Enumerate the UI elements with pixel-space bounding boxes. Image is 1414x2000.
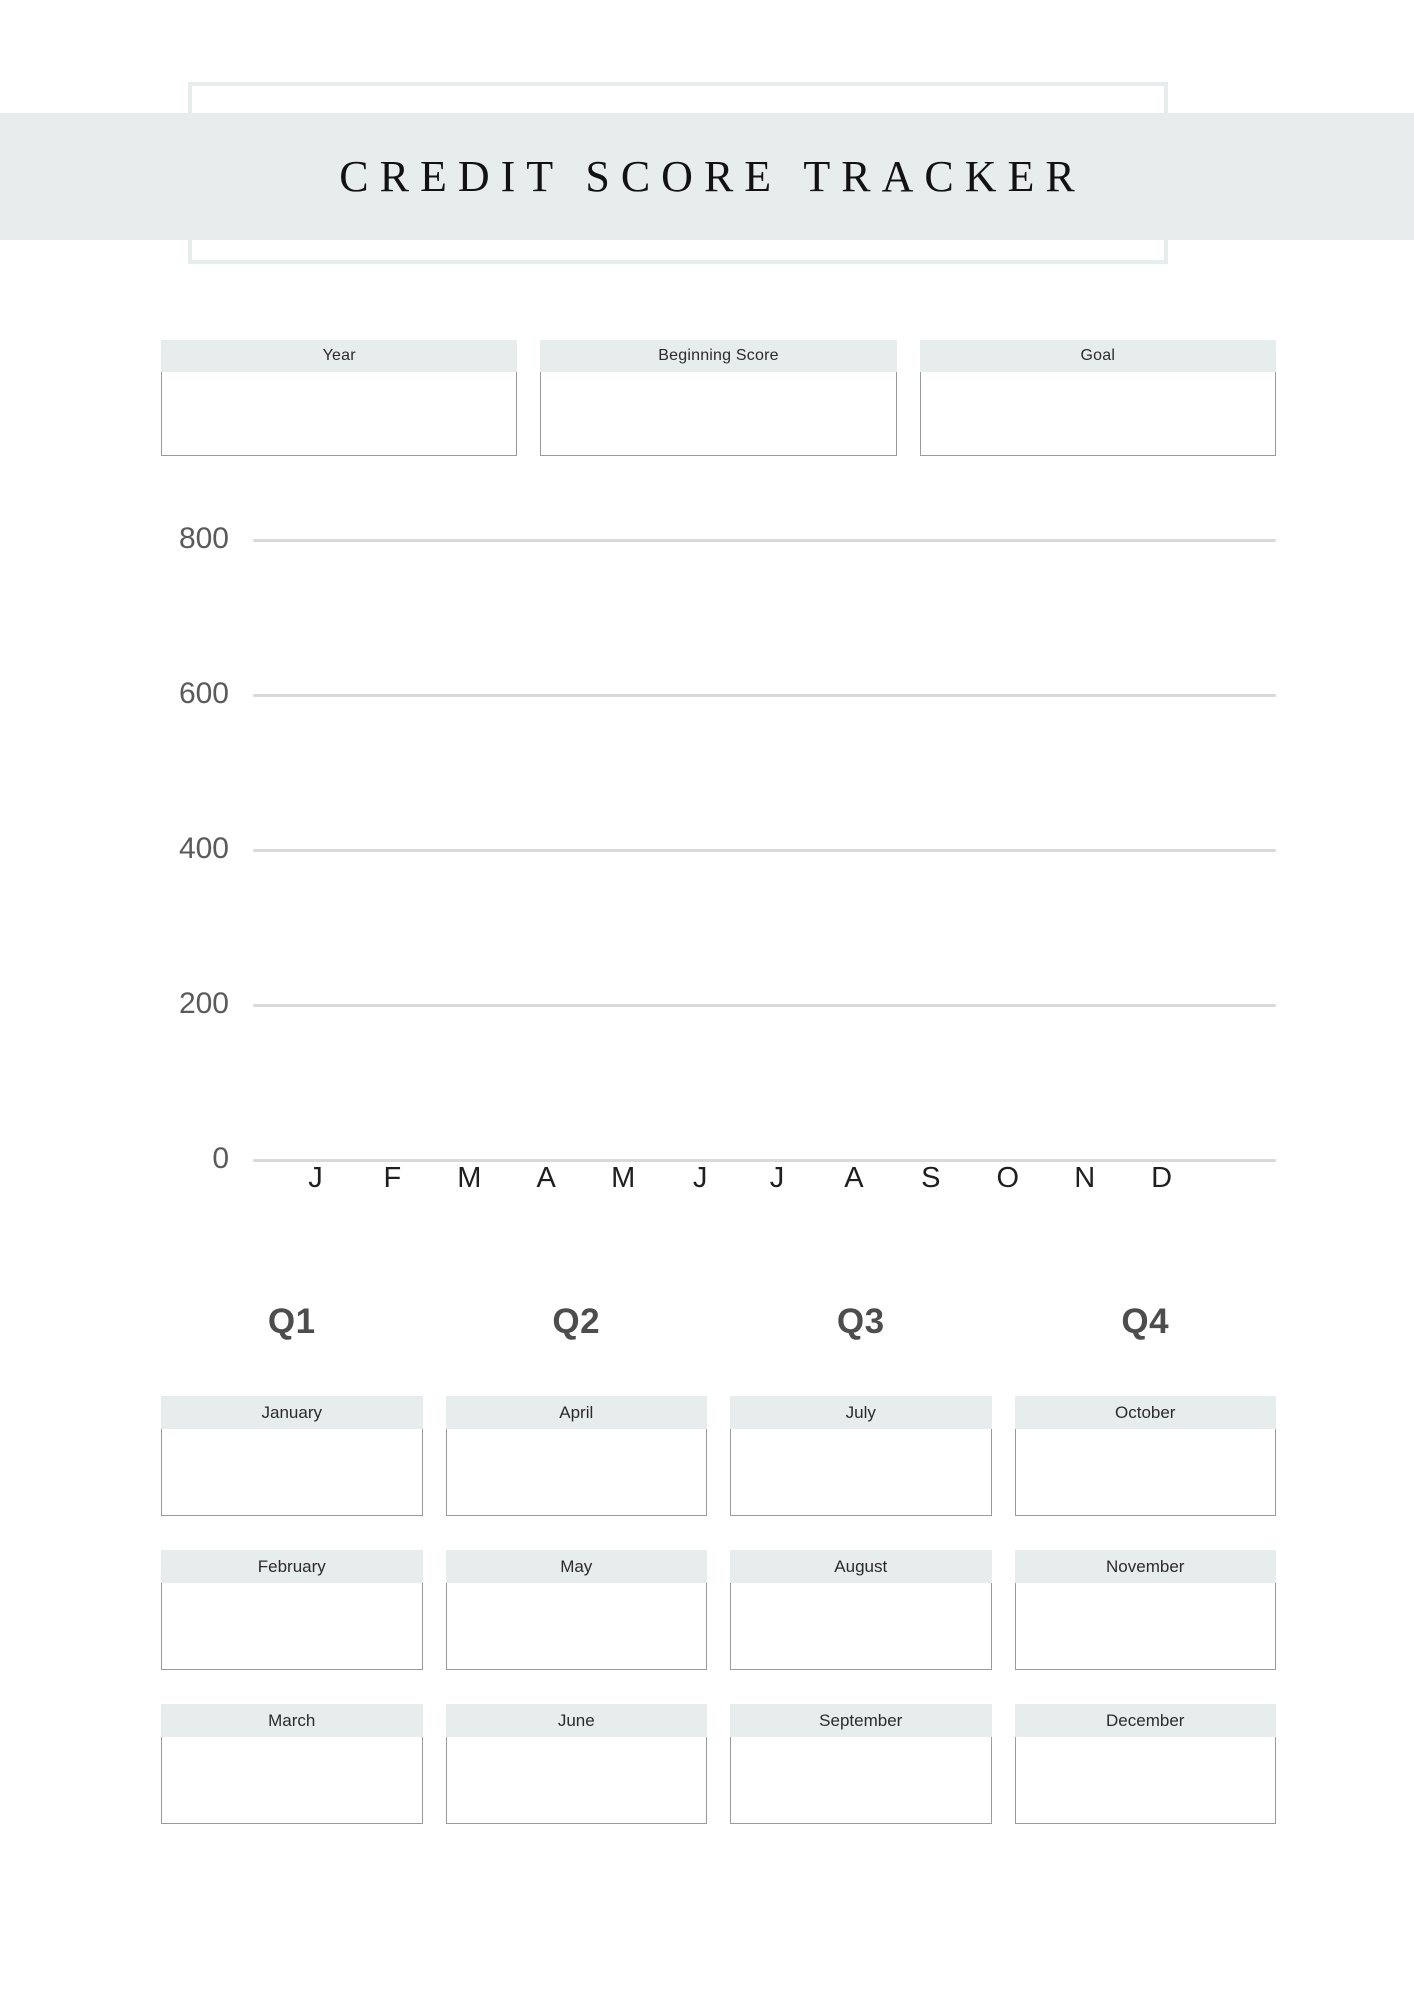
- field-label-year: Year: [161, 340, 518, 372]
- field-beginning-score: Beginning Score: [540, 340, 897, 456]
- month-input-october[interactable]: [1014, 1429, 1276, 1516]
- xtick-jun: J: [692, 1162, 708, 1194]
- month-input-february[interactable]: [161, 1583, 423, 1670]
- month-label-january: January: [161, 1396, 423, 1429]
- quarter-heading-q3: Q3: [836, 1302, 885, 1341]
- monthly-entry-grid: January April July October February May …: [161, 1396, 1276, 1824]
- xtick-jul: J: [769, 1162, 785, 1194]
- quarter-heading-q2: Q2: [552, 1302, 601, 1341]
- month-input-may[interactable]: [445, 1583, 707, 1670]
- month-label-april: April: [445, 1396, 707, 1429]
- ytick-label-600: 600: [178, 677, 229, 710]
- chart-x-axis: J F M A M J J A S O N D: [277, 1162, 1200, 1195]
- month-input-july[interactable]: [730, 1429, 992, 1516]
- xtick-oct: O: [996, 1162, 1020, 1194]
- quarter-heading-q1: Q1: [267, 1302, 316, 1341]
- gridline-rule: [253, 693, 1276, 697]
- gridline-rule: [253, 1003, 1276, 1007]
- xtick-mar: M: [457, 1162, 482, 1194]
- credit-score-chart: 800 600 400 200 0 J F M A M J J A S O N: [161, 524, 1276, 1240]
- month-cell-march: March: [161, 1704, 423, 1824]
- xtick-nov: N: [1074, 1162, 1096, 1194]
- month-input-april[interactable]: [445, 1429, 707, 1516]
- quarter-heading-q4: Q4: [1121, 1302, 1170, 1341]
- month-input-june[interactable]: [445, 1737, 707, 1824]
- beginning-score-input[interactable]: [540, 372, 897, 456]
- ytick-label-800: 800: [178, 522, 229, 555]
- chart-plot-area: 800 600 400 200 0: [161, 524, 1276, 1174]
- xtick-apr: A: [536, 1162, 556, 1194]
- summary-fields: Year Beginning Score Goal: [161, 340, 1276, 456]
- month-label-november: November: [1014, 1550, 1276, 1583]
- quarter-headings: Q1 Q2 Q3 Q4: [161, 1302, 1276, 1342]
- month-cell-may: May: [445, 1550, 707, 1670]
- field-year: Year: [161, 340, 518, 456]
- field-label-goal: Goal: [919, 340, 1276, 372]
- header-band: CREDIT SCORE TRACKER: [0, 113, 1414, 240]
- month-row: February May August November: [161, 1550, 1276, 1670]
- month-cell-september: September: [730, 1704, 992, 1824]
- month-label-september: September: [730, 1704, 992, 1737]
- xtick-jan: J: [308, 1162, 323, 1194]
- ytick-label-0: 0: [212, 1142, 229, 1175]
- month-input-november[interactable]: [1014, 1583, 1276, 1670]
- goal-input[interactable]: [919, 372, 1276, 456]
- month-label-july: July: [730, 1396, 992, 1429]
- month-cell-august: August: [730, 1550, 992, 1670]
- month-cell-june: June: [445, 1704, 707, 1824]
- field-label-beginning-score: Beginning Score: [540, 340, 897, 372]
- month-cell-april: April: [445, 1396, 707, 1516]
- xtick-aug: A: [844, 1162, 864, 1194]
- month-cell-january: January: [161, 1396, 423, 1516]
- month-cell-november: November: [1014, 1550, 1276, 1670]
- month-input-january[interactable]: [161, 1429, 423, 1516]
- xtick-feb: F: [383, 1162, 402, 1194]
- month-label-august: August: [730, 1550, 992, 1583]
- ytick-label-400: 400: [178, 832, 229, 865]
- xtick-may: M: [611, 1162, 636, 1194]
- month-input-september[interactable]: [730, 1737, 992, 1824]
- month-cell-december: December: [1014, 1704, 1276, 1824]
- month-row: March June September December: [161, 1704, 1276, 1824]
- month-label-february: February: [161, 1550, 423, 1583]
- month-cell-july: July: [730, 1396, 992, 1516]
- month-cell-october: October: [1014, 1396, 1276, 1516]
- gridline-rule: [253, 848, 1276, 852]
- page-title: CREDIT SCORE TRACKER: [339, 152, 1086, 201]
- page-header: CREDIT SCORE TRACKER: [0, 0, 1414, 300]
- month-label-may: May: [445, 1550, 707, 1583]
- xtick-dec: D: [1151, 1162, 1173, 1194]
- month-cell-february: February: [161, 1550, 423, 1670]
- month-row: January April July October: [161, 1396, 1276, 1516]
- month-label-december: December: [1014, 1704, 1276, 1737]
- month-label-june: June: [445, 1704, 707, 1737]
- ytick-label-200: 200: [178, 987, 229, 1020]
- year-input[interactable]: [161, 372, 518, 456]
- field-goal: Goal: [919, 340, 1276, 456]
- xtick-sep: S: [921, 1162, 941, 1194]
- month-label-october: October: [1014, 1396, 1276, 1429]
- gridline-rule: [253, 538, 1276, 542]
- month-input-march[interactable]: [161, 1737, 423, 1824]
- month-input-august[interactable]: [730, 1583, 992, 1670]
- month-label-march: March: [161, 1704, 423, 1737]
- month-input-december[interactable]: [1014, 1737, 1276, 1824]
